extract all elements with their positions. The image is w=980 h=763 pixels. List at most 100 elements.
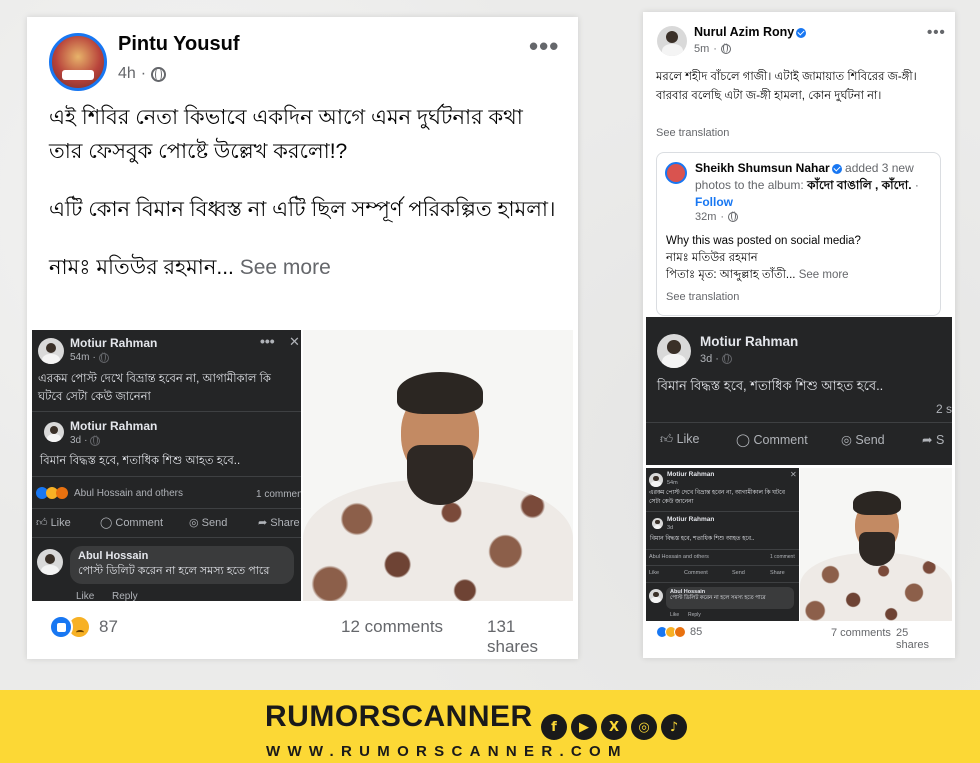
- share-icon: ➦: [258, 517, 268, 529]
- shared-post[interactable]: Sheikh Shumsun Nahar added 3 new photos …: [656, 152, 941, 316]
- like-button: 👍︎ Like: [36, 516, 71, 529]
- post-time[interactable]: 5m: [694, 43, 709, 55]
- reactors-text: Abul Hossain and others: [649, 554, 709, 560]
- embed-author: Motiur Rahman: [700, 334, 799, 349]
- globe-icon: [151, 66, 167, 82]
- reactions[interactable]: 85: [656, 626, 702, 638]
- shared-meta: 32m ·: [695, 211, 739, 223]
- embed-text: বিমান বিদ্ধস্ত হবে, শতাধিক শিশু আহত হবে.…: [650, 536, 755, 542]
- send-button: ◎ Send: [841, 432, 885, 447]
- embed-reactions: Abul Hossain and others: [36, 487, 183, 499]
- comment-like: Like: [670, 612, 680, 618]
- like-reaction-icon: [49, 615, 73, 639]
- embed-text: বিমান বিদ্ধস্ত হবে, শতাধিক শিশু আহত হবে.…: [40, 455, 241, 467]
- embedded-screenshot[interactable]: Motiur Rahman 54m · ••• ✕ এরকম পোস্ট দেখে…: [32, 330, 301, 601]
- comment-reply: Reply: [112, 591, 138, 601]
- post-paragraph: এই শিবির নেতা কিভাবে একদিন আগে এমন দুর্ঘ…: [49, 106, 523, 163]
- shared-header: Sheikh Shumsun Nahar added 3 new photos …: [695, 161, 919, 209]
- like-icon: 👍︎: [36, 517, 48, 529]
- see-more-link[interactable]: See more: [240, 256, 331, 279]
- comment-label: Comment: [115, 517, 164, 529]
- see-more-link[interactable]: See more: [799, 269, 849, 281]
- avatar: [649, 473, 663, 487]
- divider: [646, 422, 952, 423]
- globe-icon: [721, 353, 732, 364]
- shared-text: Why this was posted on social media? নাম…: [666, 233, 936, 284]
- comments-count[interactable]: 12 comments: [341, 617, 443, 637]
- share-button: ➦ S: [922, 432, 944, 447]
- comment-label: Comment: [753, 433, 808, 447]
- embed-side-text: 2 s: [936, 402, 952, 416]
- author-name[interactable]: Nurul Azim Rony: [694, 25, 807, 39]
- more-options-icon[interactable]: •••: [927, 25, 946, 40]
- embed-time: 3d: [700, 353, 713, 365]
- like-label: Like: [50, 517, 71, 529]
- divider: [646, 565, 799, 566]
- shared-author[interactable]: Sheikh Shumsun Nahar: [695, 161, 830, 175]
- author-avatar[interactable]: [49, 33, 107, 91]
- author-name[interactable]: Pintu Yousuf: [118, 33, 239, 56]
- shared-time: 32m: [695, 211, 717, 223]
- x-icon[interactable]: X: [601, 714, 627, 740]
- avatar: [38, 338, 64, 364]
- shares-count[interactable]: 131 shares: [487, 617, 559, 657]
- instagram-icon[interactable]: ◎: [631, 714, 657, 740]
- embed-meta: 3d ·: [700, 353, 732, 365]
- send-button: Send: [732, 570, 745, 576]
- divider: [32, 476, 301, 477]
- share-label: S: [935, 433, 945, 447]
- more-options-icon: •••: [260, 333, 275, 349]
- comments-count[interactable]: 7 comments: [831, 627, 891, 639]
- person-photo[interactable]: [800, 468, 952, 621]
- embed-time: 3d: [70, 435, 82, 446]
- album-name[interactable]: কাঁদো বাঙালি , কাঁদো.: [807, 178, 911, 192]
- comment-like: Like: [76, 591, 95, 601]
- see-translation-link[interactable]: See translation: [656, 127, 729, 139]
- divider: [646, 582, 799, 583]
- globe-icon: [728, 211, 739, 222]
- shared-line: নামঃ মতিউর রহমান: [666, 252, 758, 264]
- verified-badge-icon: [831, 163, 842, 174]
- brand-url[interactable]: WWW.RUMORSCANNER.COM: [266, 743, 628, 760]
- left-facebook-post: Pintu Yousuf 4h · ••• এই শিবির নেতা কিভা…: [27, 17, 578, 659]
- like-icon: 👍︎: [660, 432, 674, 446]
- reaction-count: 85: [690, 626, 703, 638]
- brand-bar: RUMORSCANNER f ▶ X ◎ ♪ WWW.RUMORSCANNER.…: [0, 690, 980, 763]
- post-paragraph: এটি কোন বিমান বিধ্বস্ত না এটি ছিল সম্পূর…: [49, 198, 556, 221]
- comment-count: 1 comment: [256, 489, 301, 500]
- see-translation-link[interactable]: See translation: [666, 291, 739, 303]
- share-icon: ➦: [922, 433, 933, 447]
- shared-author-avatar: [665, 162, 687, 184]
- embed-author: Motiur Rahman: [667, 516, 715, 523]
- facebook-icon[interactable]: f: [541, 714, 567, 740]
- like-button: 👍︎ Like: [660, 432, 700, 447]
- beard: [859, 532, 895, 566]
- comment-bubble: Abul Hossain পোস্ট ডিলিট করেন না হলে সমস…: [666, 587, 794, 609]
- post-body: মরলে শহীদ বাঁচলে গাজী। এটাই জামায়াত শিব…: [656, 68, 946, 106]
- embedded-screenshot[interactable]: Motiur Rahman 3d · বিমান বিদ্ধস্ত হবে, শত…: [646, 317, 952, 465]
- more-options-icon[interactable]: •••: [529, 33, 559, 59]
- globe-icon: [720, 43, 731, 54]
- comment-text: পোস্ট ডিলিট করেন না হলে সমস্য হতে পারে: [78, 565, 270, 577]
- shares-count[interactable]: 25 shares: [896, 627, 944, 651]
- post-footer: 85 7 comments 25 shares: [656, 626, 944, 651]
- post-time[interactable]: 4h: [118, 65, 136, 83]
- person-photo[interactable]: [303, 330, 573, 601]
- embed-text: এরকম পোস্ট দেখে বিভ্রান্ত হবেন না, আগামী…: [38, 373, 271, 403]
- reactors-text: Abul Hossain and others: [74, 487, 183, 499]
- youtube-icon[interactable]: ▶: [571, 714, 597, 740]
- reactions[interactable]: 87: [49, 615, 118, 639]
- embed-time: 3d: [667, 525, 674, 531]
- comment-button: Comment: [684, 570, 708, 576]
- like-button: Like: [649, 570, 660, 576]
- hair: [853, 491, 901, 515]
- tiktok-icon[interactable]: ♪: [661, 714, 687, 740]
- embed-author: Motiur Rahman: [70, 419, 158, 433]
- author-avatar[interactable]: [657, 26, 687, 56]
- comment-button: ◯ Comment: [100, 516, 163, 529]
- avatar: [37, 549, 63, 575]
- send-label: Send: [201, 517, 228, 529]
- follow-button[interactable]: Follow: [695, 195, 733, 209]
- angry-reaction-icon: [56, 487, 68, 499]
- embedded-mini-screenshot[interactable]: Motiur Rahman 54m ✕ এরকম পোস্ট দেখে বিভ্…: [646, 468, 799, 621]
